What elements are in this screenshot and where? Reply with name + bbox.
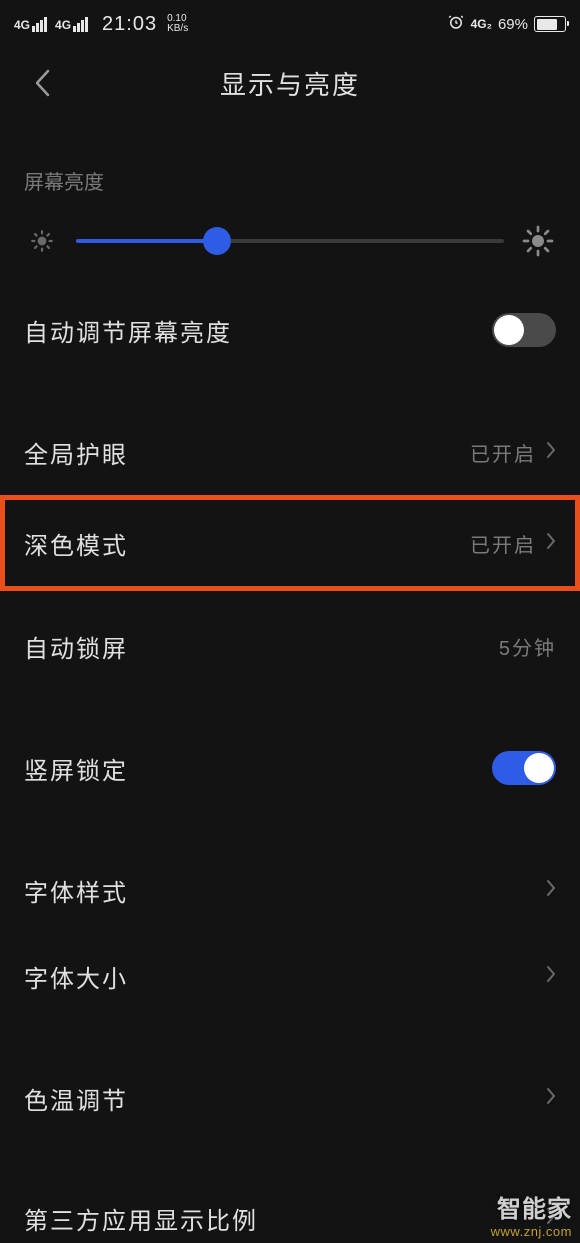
eye-care-value: 已开启 (470, 438, 536, 467)
brightness-section-label: 屏幕亮度 (0, 118, 580, 207)
orientation-lock-label: 竖屏锁定 (24, 751, 128, 786)
chevron-right-icon (546, 532, 556, 555)
battery-icon (534, 16, 566, 32)
auto-lock-row[interactable]: 自动锁屏 5分钟 (0, 603, 580, 689)
signal-2-label: 4G (55, 18, 71, 32)
eye-care-label: 全局护眼 (24, 435, 128, 470)
status-right: 4G₂ 69% (447, 13, 566, 35)
auto-lock-label: 自动锁屏 (24, 629, 128, 664)
back-button[interactable] (22, 63, 62, 103)
font-size-row[interactable]: 字体大小 (0, 933, 580, 1019)
third-party-display-row[interactable]: 第三方应用显示比例 (0, 1177, 580, 1236)
sun-dim-icon (26, 225, 58, 257)
color-temp-row[interactable]: 色温调节 (0, 1055, 580, 1141)
dark-mode-value: 已开启 (470, 529, 536, 558)
third-party-display-label: 第三方应用显示比例 (24, 1201, 258, 1236)
status-left: 4G 4G 21:03 0.10 KB/s (14, 13, 188, 36)
font-style-row[interactable]: 字体样式 (0, 847, 580, 933)
signal-indicator-2: 4G (55, 17, 90, 32)
battery-percent: 69% (498, 16, 528, 33)
brightness-slider[interactable] (76, 239, 504, 243)
orientation-lock-row: 竖屏锁定 (0, 725, 580, 811)
sun-bright-icon (522, 225, 554, 257)
network-speed: 0.10 KB/s (167, 14, 188, 34)
dark-mode-label: 深色模式 (24, 526, 128, 561)
chevron-right-icon (546, 1087, 556, 1110)
toggle-knob (524, 753, 554, 783)
page-header: 显示与亮度 (0, 48, 580, 118)
chevron-right-icon (546, 965, 556, 988)
slider-thumb[interactable] (203, 227, 231, 255)
page-title: 显示与亮度 (0, 65, 580, 102)
orientation-lock-toggle[interactable] (492, 751, 556, 785)
signal-1-label: 4G (14, 18, 30, 32)
alarm-icon (447, 13, 465, 35)
network-badge: 4G₂ (471, 17, 492, 31)
dark-mode-highlight: 深色模式 已开启 (0, 495, 580, 591)
clock: 21:03 (102, 13, 157, 36)
font-size-label: 字体大小 (24, 959, 128, 994)
toggle-knob (494, 315, 524, 345)
auto-brightness-row: 自动调节屏幕亮度 (0, 287, 580, 373)
color-temp-label: 色温调节 (24, 1081, 128, 1116)
auto-brightness-toggle[interactable] (492, 313, 556, 347)
chevron-right-icon (546, 441, 556, 464)
speed-unit: KB/s (167, 24, 188, 34)
signal-indicator-1: 4G (14, 17, 49, 32)
chevron-left-icon (34, 69, 50, 97)
status-bar: 4G 4G 21:03 0.10 KB/s 4G₂ 69% (0, 0, 580, 48)
chevron-right-icon (546, 1207, 556, 1230)
brightness-slider-row (0, 207, 580, 287)
font-style-label: 字体样式 (24, 873, 128, 908)
eye-care-row[interactable]: 全局护眼 已开启 (0, 409, 580, 495)
chevron-right-icon (546, 879, 556, 902)
auto-brightness-label: 自动调节屏幕亮度 (24, 313, 232, 348)
auto-lock-value: 5分钟 (499, 632, 556, 661)
dark-mode-row[interactable]: 深色模式 已开启 (5, 500, 575, 586)
slider-fill (76, 239, 217, 243)
